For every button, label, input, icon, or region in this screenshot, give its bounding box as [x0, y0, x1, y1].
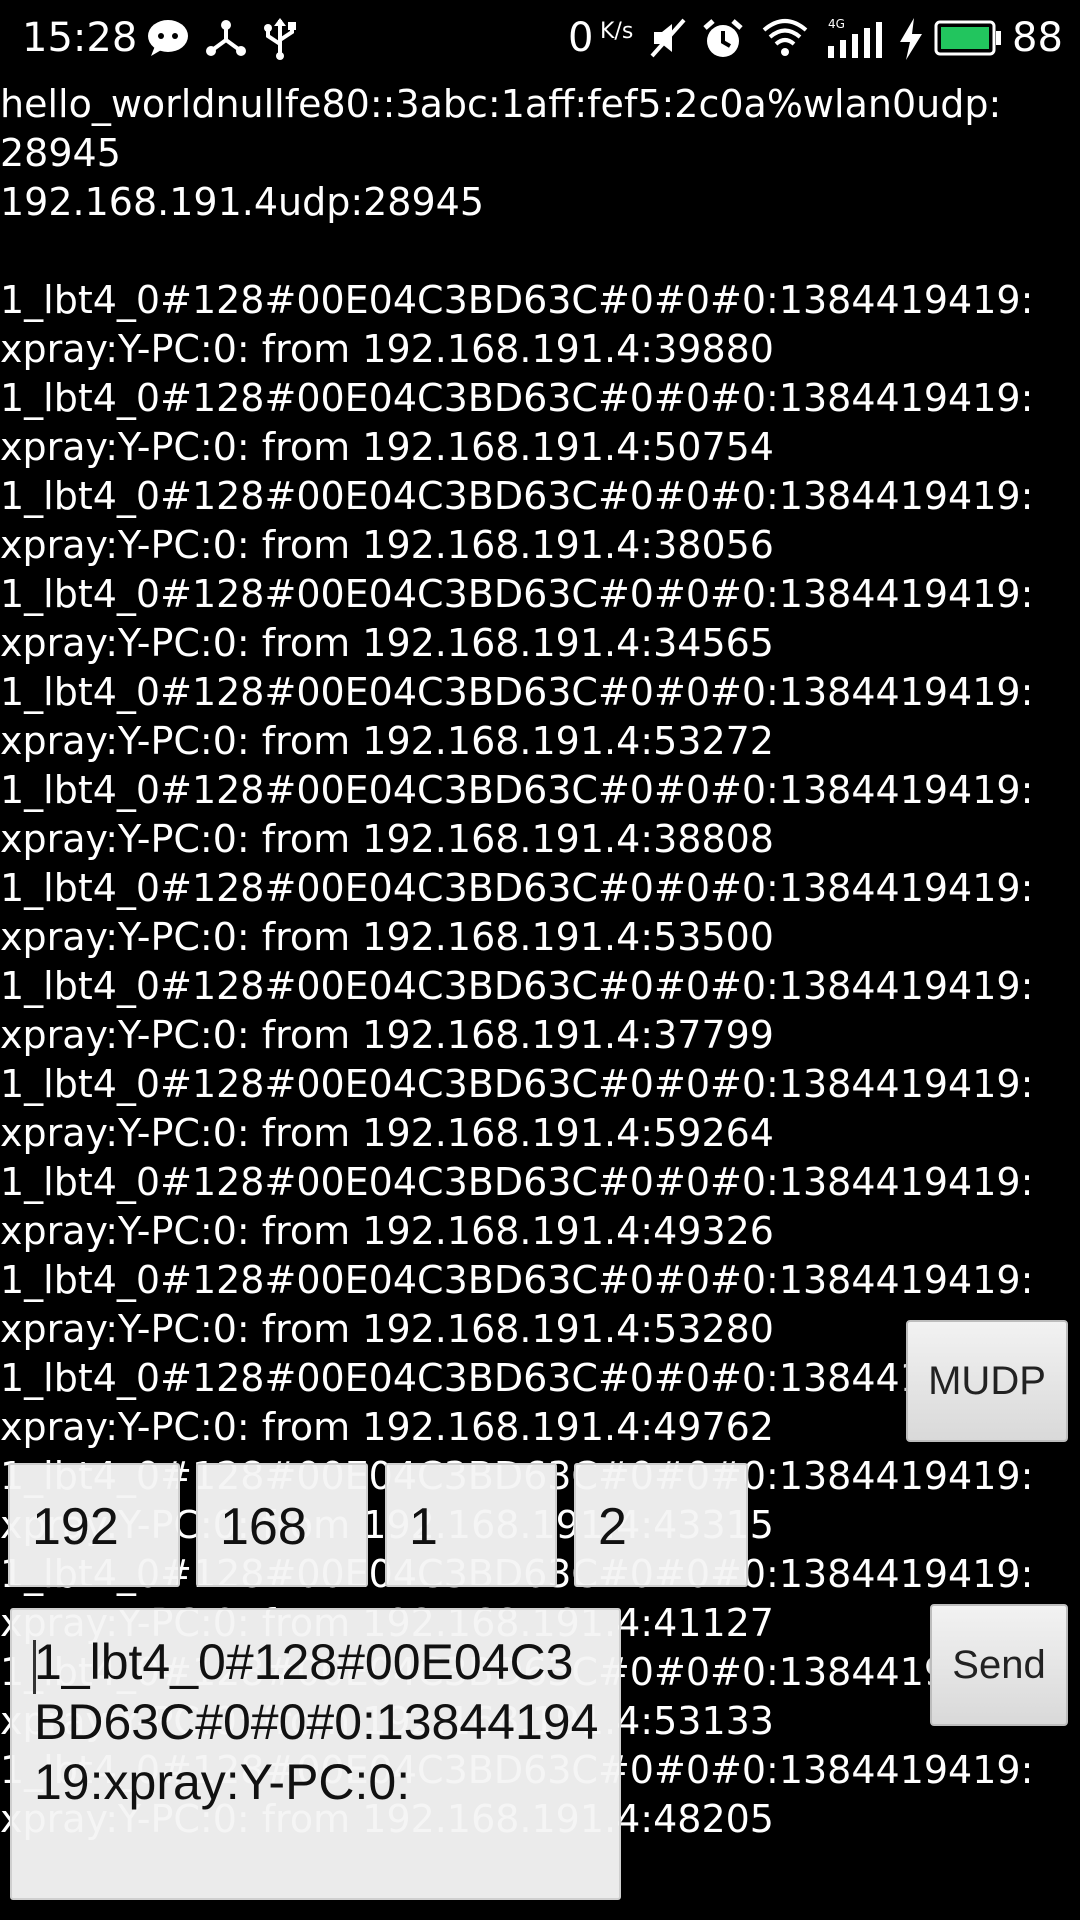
chat-icon — [147, 18, 189, 58]
log-line: 1_lbt4_0#128#00E04C3BD63C#0#0#0:13844194… — [0, 1160, 1034, 1204]
mudp-button[interactable]: MUDP — [906, 1320, 1068, 1442]
battery-icon — [934, 18, 1002, 58]
wifi-icon — [762, 18, 808, 58]
log-line: 1_lbt4_0#128#00E04C3BD63C#0#0#0:13844194… — [0, 1062, 1034, 1106]
log-line: xpray:Y-PC:0: from 192.168.191.4:50754 — [0, 425, 774, 469]
message-text: 1_lbt4_0#128#00E04C3BD63C#0#0#0:13844194… — [34, 1634, 599, 1810]
log-line: 1_lbt4_0#128#00E04C3BD63C#0#0#0:13844194… — [0, 768, 1034, 812]
ip-octet-3-input[interactable]: 1 — [385, 1463, 557, 1587]
ip-octet-4-input[interactable]: 2 — [574, 1463, 748, 1587]
log-line: 1_lbt4_0#128#00E04C3BD63C#0#0#0:13844194… — [0, 376, 1034, 420]
log-line: 1_lbt4_0#128#00E04C3BD63C#0#0#0:13844194… — [0, 474, 1034, 518]
log-line: 1_lbt4_0#128#00E04C3BD63C#0#0#0:13844194… — [0, 670, 1034, 714]
battery-level: 88 — [1012, 15, 1063, 61]
log-line: xpray:Y-PC:0: from 192.168.191.4:38808 — [0, 817, 774, 861]
log-line: xpray:Y-PC:0: from 192.168.191.4:49326 — [0, 1209, 774, 1253]
log-line: 1_lbt4_0#128#00E04C3BD63C#0#0#0:13844194… — [0, 1258, 1034, 1302]
text-cursor — [33, 1640, 36, 1694]
send-button[interactable]: Send — [930, 1604, 1068, 1726]
ip-octet-1-input[interactable]: 192 — [8, 1463, 180, 1587]
alarm-icon — [702, 18, 744, 58]
log-line: 1_lbt4_0#128#00E04C3BD63C#0#0#0:13844194… — [0, 572, 1034, 616]
log-line: xpray:Y-PC:0: from 192.168.191.4:34565 — [0, 621, 774, 665]
network-type-label: 4G — [828, 18, 845, 31]
log-line: xpray:Y-PC:0: from 192.168.191.4:53500 — [0, 915, 774, 959]
share-icon — [205, 18, 247, 58]
signal-icon: 4G — [826, 17, 884, 58]
log-line: 192.168.191.4udp:28945 — [0, 180, 485, 224]
log-line: 1_lbt4_0#128#00E04C3BD63C#0#0#0:13844194… — [0, 964, 1034, 1008]
net-speed-value: 0 — [568, 15, 594, 61]
log-line: xpray:Y-PC:0: from 192.168.191.4:53272 — [0, 719, 774, 763]
log-line: xpray:Y-PC:0: from 192.168.191.4:39880 — [0, 327, 774, 371]
log-line: xpray:Y-PC:0: from 192.168.191.4:59264 — [0, 1111, 774, 1155]
log-line: hello_worldnullfe80::3abc:1aff:fef5:2c0a… — [0, 82, 1002, 126]
charging-icon — [898, 18, 924, 60]
usb-icon — [262, 18, 298, 60]
log-line: xpray:Y-PC:0: from 192.168.191.4:37799 — [0, 1013, 774, 1057]
net-speed-unit: K/s — [600, 19, 634, 44]
status-time: 15:28 — [22, 15, 138, 61]
status-bar: 15:28 0 K/s 4G 88 — [0, 0, 1080, 76]
log-line: 1_lbt4_0#128#00E04C3BD63C#0#0#0:13844194… — [0, 866, 1034, 910]
ip-octet-2-input[interactable]: 168 — [196, 1463, 368, 1587]
log-line: 28945 — [0, 131, 121, 175]
log-line: 1_lbt4_0#128#00E04C3BD63C#0#0#0:13844194… — [0, 278, 1034, 322]
message-input[interactable]: 1_lbt4_0#128#00E04C3BD63C#0#0#0:13844194… — [10, 1608, 621, 1900]
log-line: xpray:Y-PC:0: from 192.168.191.4:38056 — [0, 523, 774, 567]
mute-icon — [648, 18, 688, 58]
